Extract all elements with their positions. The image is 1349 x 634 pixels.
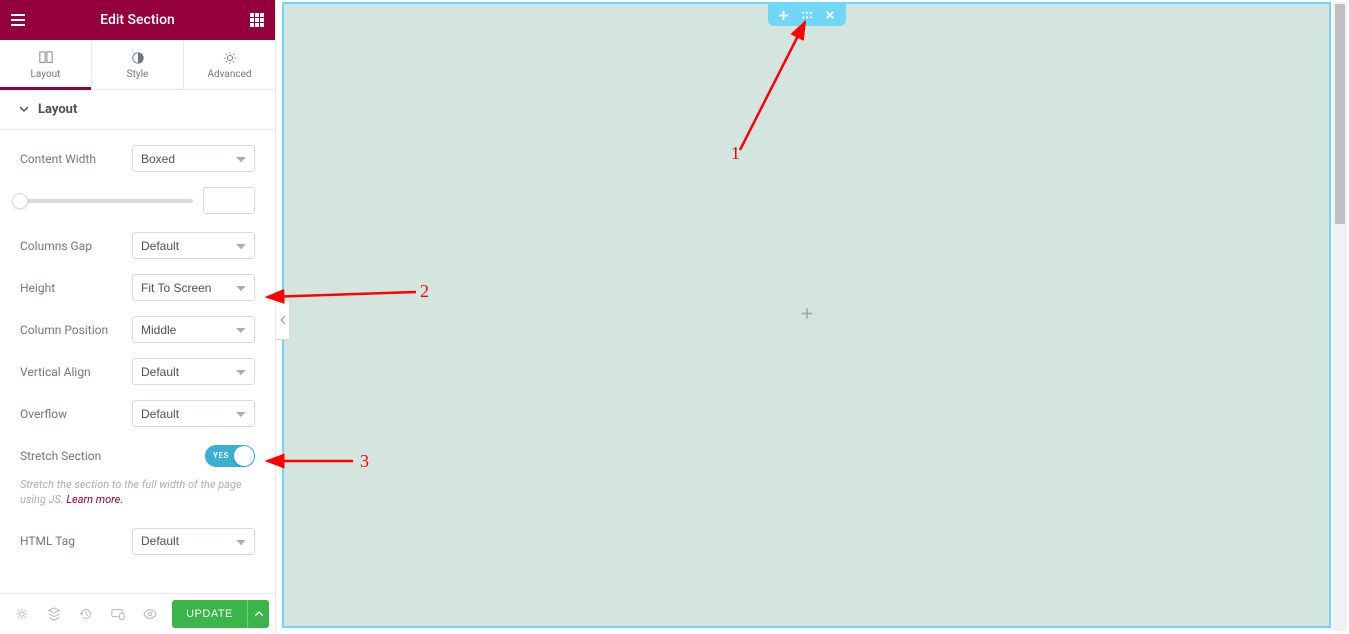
tab-layout[interactable]: Layout xyxy=(0,40,92,89)
tab-advanced[interactable]: Advanced xyxy=(184,40,275,89)
toggle-knob xyxy=(234,446,254,466)
add-widget-icon[interactable] xyxy=(800,305,814,326)
update-options-button[interactable] xyxy=(247,600,269,628)
stretch-section-toggle[interactable]: YES xyxy=(205,445,255,467)
vertical-align-row: Vertical Align Default xyxy=(20,358,255,385)
section-layout-header[interactable]: Layout xyxy=(0,90,275,130)
panel-header: Edit Section xyxy=(0,0,275,40)
panel-footer: UPDATE xyxy=(0,593,275,633)
tab-style[interactable]: Style xyxy=(92,40,184,89)
learn-more-link[interactable]: Learn more. xyxy=(66,493,123,506)
toggle-yes-label: YES xyxy=(213,451,229,460)
responsive-icon[interactable] xyxy=(102,594,134,634)
overflow-row: Overflow Default xyxy=(20,400,255,427)
preview-icon[interactable] xyxy=(134,594,166,634)
html-tag-select[interactable]: Default xyxy=(132,528,255,555)
columns-gap-row: Columns Gap Default xyxy=(20,232,255,259)
content-width-row: Content Width Boxed xyxy=(20,145,255,172)
layout-icon xyxy=(38,50,54,66)
update-button[interactable]: UPDATE xyxy=(172,600,247,628)
tab-layout-label: Layout xyxy=(31,69,61,80)
style-icon xyxy=(130,50,146,66)
height-select[interactable]: Fit To Screen xyxy=(132,274,255,301)
html-tag-row: HTML Tag Default xyxy=(20,528,255,555)
columns-gap-select[interactable]: Default xyxy=(132,232,255,259)
editor-sidebar: Edit Section Layout Style Advanced xyxy=(0,0,276,633)
column-position-row: Column Position Middle xyxy=(20,316,255,343)
width-slider-input[interactable] xyxy=(203,187,255,214)
panel-title: Edit Section xyxy=(26,12,249,28)
widgets-grid-icon[interactable] xyxy=(249,12,265,28)
column-position-select[interactable]: Middle xyxy=(132,316,255,343)
navigator-icon[interactable] xyxy=(38,594,70,634)
add-section-icon[interactable] xyxy=(778,9,790,21)
vertical-align-label: Vertical Align xyxy=(20,365,132,379)
content-width-label: Content Width xyxy=(20,152,132,166)
gear-icon xyxy=(222,50,238,66)
section-frame[interactable] xyxy=(282,2,1331,628)
editor-canvas xyxy=(276,0,1349,633)
columns-gap-label: Columns Gap xyxy=(20,239,132,253)
slider-thumb[interactable] xyxy=(12,193,28,209)
vertical-align-select[interactable]: Default xyxy=(132,358,255,385)
overflow-label: Overflow xyxy=(20,407,132,421)
stretch-desc-text: Stretch the section to the full width of… xyxy=(20,478,242,506)
column-position-label: Column Position xyxy=(20,323,132,337)
tab-style-label: Style xyxy=(127,69,149,80)
caret-down-icon xyxy=(20,102,28,117)
history-icon[interactable] xyxy=(70,594,102,634)
width-slider-row xyxy=(20,187,255,214)
scrollbar-thumb[interactable] xyxy=(1335,4,1345,224)
stretch-section-label: Stretch Section xyxy=(20,449,205,463)
section-title: Layout xyxy=(38,102,77,117)
height-label: Height xyxy=(20,281,132,295)
menu-icon[interactable] xyxy=(10,12,26,28)
controls-list: Content Width Boxed Columns Gap Default … xyxy=(0,130,275,593)
vertical-scrollbar[interactable] xyxy=(1333,2,1347,631)
tab-advanced-label: Advanced xyxy=(207,69,251,80)
html-tag-label: HTML Tag xyxy=(20,534,132,548)
stretch-description: Stretch the section to the full width of… xyxy=(20,477,255,508)
section-handle xyxy=(768,4,846,26)
collapse-panel-button[interactable] xyxy=(276,300,290,340)
edit-section-icon[interactable] xyxy=(801,9,813,21)
stretch-section-row: Stretch Section YES xyxy=(20,442,255,469)
settings-icon[interactable] xyxy=(6,594,38,634)
content-width-select[interactable]: Boxed xyxy=(132,145,255,172)
height-row: Height Fit To Screen xyxy=(20,274,255,301)
width-slider[interactable] xyxy=(20,199,193,203)
overflow-select[interactable]: Default xyxy=(132,400,255,427)
panel-tabs: Layout Style Advanced xyxy=(0,40,275,90)
delete-section-icon[interactable] xyxy=(824,9,836,21)
